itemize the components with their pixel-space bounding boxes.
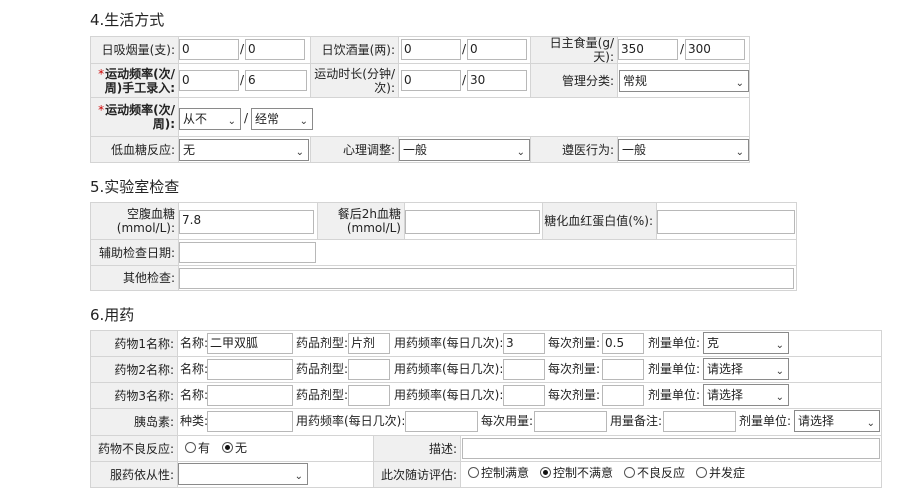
drink-current-input[interactable]: 0: [401, 39, 461, 60]
hba1c-label: 糖化血红蛋白值(%):: [543, 203, 656, 239]
section-title-meds: 6.用药: [90, 306, 135, 324]
chevron-down-icon: ⌄: [866, 418, 875, 429]
psych-label: 一般心理调整:: [311, 137, 398, 162]
chevron-down-icon: ⌄: [735, 147, 744, 158]
eval-label: 此次随访评估:: [374, 462, 460, 487]
staple-target-input[interactable]: 300: [685, 39, 745, 60]
aux-date-input[interactable]: [179, 242, 316, 263]
adverse-yes-radio[interactable]: 有: [185, 438, 210, 459]
desc-label: 描述:: [374, 436, 460, 461]
chevron-down-icon: ⌄: [299, 116, 308, 127]
insulin-label: 胰岛素:: [91, 409, 177, 435]
radio-off-icon: [468, 467, 479, 478]
radio-on-icon: [540, 467, 551, 478]
aux-date-label: 辅助检查日期:: [91, 240, 178, 265]
drug-freq-input[interactable]: [503, 385, 545, 406]
adherence-select[interactable]: ⌄: [178, 463, 308, 485]
drug-row-label: 药物1名称:: [91, 331, 177, 356]
insulin-unit-select[interactable]: 请选择 ⌄: [794, 410, 880, 432]
insulin-freq-input[interactable]: [405, 411, 478, 432]
drug-name-input[interactable]: [207, 385, 293, 406]
hba1c-input[interactable]: [657, 210, 795, 234]
drug-form-input[interactable]: [348, 359, 390, 380]
drug-unit-select[interactable]: 克 ⌄: [703, 332, 789, 354]
insulin-type-input[interactable]: [207, 411, 293, 432]
staple-current-input[interactable]: 350: [618, 39, 678, 60]
drug-freq-input[interactable]: 3: [503, 333, 545, 354]
chevron-down-icon: ⌄: [295, 147, 304, 158]
chevron-down-icon: ⌄: [227, 116, 236, 127]
chevron-down-icon: ⌄: [775, 366, 784, 377]
other-input[interactable]: [179, 268, 794, 289]
compliance-select[interactable]: 一般 ⌄: [618, 139, 749, 161]
exercise-duration-target-input[interactable]: 30: [467, 70, 527, 91]
exercise-manual-label: *运动频率(次/周)手工录入:: [91, 64, 178, 97]
fbg-input[interactable]: 7.8: [179, 210, 314, 234]
drug-name-input[interactable]: 二甲双胍: [207, 333, 293, 354]
staple-label: 日主食量(g/天):: [531, 36, 617, 64]
exercise-freq-target-select[interactable]: 经常 ⌄: [251, 108, 313, 130]
hypo-label: 低血糖反应:: [91, 137, 178, 162]
exercise-manual-current-input[interactable]: 0: [179, 70, 239, 91]
eval-option-satisfied[interactable]: 控制满意: [468, 463, 529, 484]
section-title-lab: 5.实验室检查: [90, 178, 180, 196]
exercise-duration-label: 运动时长(分钟/次):: [311, 64, 398, 97]
pbg-input[interactable]: [405, 210, 540, 234]
desc-input[interactable]: [462, 438, 880, 459]
mgmt-select[interactable]: 常规 ⌄: [619, 70, 749, 92]
drug-freq-input[interactable]: [503, 359, 545, 380]
adverse-label: 药物不良反应:: [91, 436, 177, 461]
chevron-down-icon: ⌄: [294, 471, 303, 482]
drug-unit-select[interactable]: 请选择 ⌄: [703, 358, 789, 380]
drug-row-label: 药物3名称:: [91, 383, 177, 408]
pbg-label: 餐后2h血糖 (mmol/L): [318, 203, 404, 239]
drug-form-input[interactable]: 片剂: [348, 333, 390, 354]
eval-option-adverse[interactable]: 不良反应: [624, 463, 685, 484]
drug-unit-select[interactable]: 请选择 ⌄: [703, 384, 789, 406]
hypo-select[interactable]: 无 ⌄: [179, 139, 309, 161]
mgmt-label: 管理分类:: [531, 64, 617, 97]
radio-on-icon: [222, 442, 233, 453]
drink-label: 日饮酒量(两):: [311, 37, 398, 63]
radio-off-icon: [624, 467, 635, 478]
chevron-down-icon: ⌄: [775, 392, 784, 403]
compliance-label: 遵医行为:: [531, 137, 617, 162]
drug-dose-input[interactable]: 0.5: [602, 333, 644, 354]
radio-off-icon: [185, 442, 196, 453]
eval-option-unsatisfied[interactable]: 控制不满意: [540, 463, 613, 484]
drug-form-input[interactable]: [348, 385, 390, 406]
exercise-freq-current-select[interactable]: 从不 ⌄: [179, 108, 241, 130]
smoke-current-input[interactable]: 0: [179, 39, 239, 60]
chevron-down-icon: ⌄: [516, 147, 525, 158]
smoke-target-input[interactable]: 0: [245, 39, 305, 60]
insulin-note-input[interactable]: [663, 411, 736, 432]
smoke-label: 日吸烟量(支):: [91, 37, 178, 63]
exercise-duration-current-input[interactable]: 0: [401, 70, 461, 91]
drug-row-label: 药物2名称:: [91, 357, 177, 382]
insulin-dose-input[interactable]: [534, 411, 607, 432]
exercise-manual-target-input[interactable]: 6: [245, 70, 307, 91]
other-label: 其他检查:: [91, 266, 178, 290]
fbg-label: 空腹血糖 (mmol/L):: [91, 203, 178, 239]
adverse-no-radio[interactable]: 无: [222, 438, 247, 459]
exercise-freq-label: *运动频率(次/周):: [91, 98, 178, 136]
radio-off-icon: [696, 467, 707, 478]
drug-dose-input[interactable]: [602, 385, 644, 406]
adherence-label: 服药依从性:: [91, 462, 177, 487]
psych-select[interactable]: 一般 ⌄: [399, 139, 530, 161]
section-title-lifestyle: 4.生活方式: [90, 11, 165, 29]
drink-target-input[interactable]: 0: [467, 39, 527, 60]
drug-dose-input[interactable]: [602, 359, 644, 380]
chevron-down-icon: ⌄: [775, 340, 784, 351]
chevron-down-icon: ⌄: [735, 78, 744, 89]
eval-option-complication[interactable]: 并发症: [696, 463, 745, 484]
drug-name-input[interactable]: [207, 359, 293, 380]
